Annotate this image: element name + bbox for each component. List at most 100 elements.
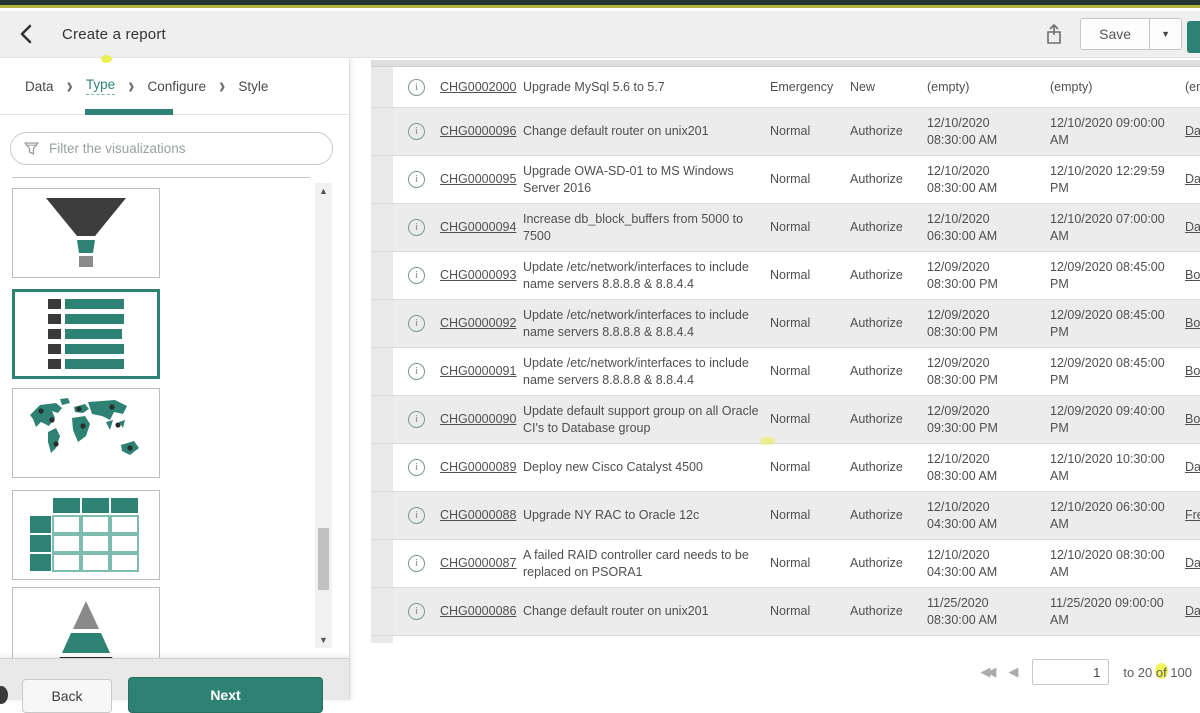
save-button[interactable]: Save <box>1080 18 1150 50</box>
breadcrumb-step-type[interactable]: Type <box>86 77 115 95</box>
row-gutter <box>371 300 393 347</box>
info-icon[interactable] <box>408 123 425 140</box>
prev-page-icon[interactable]: ◀ <box>1008 664 1018 680</box>
state: Authorize <box>850 267 927 284</box>
row-gutter <box>371 588 393 635</box>
viz-option-pyramid[interactable] <box>12 587 160 658</box>
change-number-link[interactable]: CHG0000093 <box>440 268 516 282</box>
breadcrumb-step-style[interactable]: Style <box>238 79 268 94</box>
table-row[interactable]: CHG0000091 Update /etc/network/interface… <box>371 348 1200 396</box>
breadcrumb-step-configure[interactable]: Configure <box>147 79 206 94</box>
viz-scrollbar[interactable]: ▲ ▼ <box>315 183 332 648</box>
short-description: Update /etc/network/interfaces to includ… <box>523 259 770 292</box>
change-number-link[interactable]: CHG0002000 <box>440 80 516 94</box>
table-row[interactable]: CHG0000090 Update default support group … <box>371 396 1200 444</box>
assignee-link[interactable]: Fre <box>1185 508 1200 522</box>
priority: Normal <box>770 171 850 188</box>
planned-start-date: 11/25/2020 08:30:00 AM <box>927 595 1050 628</box>
viz-option-funnel-chart[interactable] <box>12 188 160 278</box>
planned-start-date: 12/10/2020 06:30:00 AM <box>927 211 1050 244</box>
viz-option-table[interactable] <box>12 490 160 580</box>
planned-start-date: 12/10/2020 04:30:00 AM <box>927 547 1050 580</box>
viz-option-list[interactable] <box>12 289 160 379</box>
short-description: Change default router on unix201 <box>523 123 770 140</box>
back-chevron-icon[interactable] <box>18 23 40 45</box>
assignee-link[interactable]: Dav <box>1185 556 1200 570</box>
app-top-strip <box>0 0 1200 8</box>
table-row[interactable]: CHG0000089 Deploy new Cisco Catalyst 450… <box>371 444 1200 492</box>
table-row[interactable]: CHG0000086 Change default router on unix… <box>371 588 1200 636</box>
state: Authorize <box>850 315 927 332</box>
info-icon[interactable] <box>408 267 425 284</box>
table-row[interactable]: CHG0000093 Update /etc/network/interface… <box>371 252 1200 300</box>
info-icon[interactable] <box>408 219 425 236</box>
share-icon[interactable] <box>1044 22 1064 46</box>
visualization-list: ▲ ▼ <box>0 177 349 658</box>
row-gutter <box>371 396 393 443</box>
assignee-link[interactable]: Dav <box>1185 220 1200 234</box>
short-description: Update /etc/network/interfaces to includ… <box>523 355 770 388</box>
first-page-icon[interactable]: ◀◀ <box>980 664 992 680</box>
info-icon[interactable] <box>408 79 425 96</box>
row-gutter <box>371 67 393 107</box>
next-button[interactable]: Next <box>128 677 323 713</box>
assignee-link[interactable]: Dav <box>1185 124 1200 138</box>
info-icon[interactable] <box>408 411 425 428</box>
filter-input[interactable] <box>49 141 320 156</box>
change-number-link[interactable]: CHG0000095 <box>440 172 516 186</box>
assignee-link[interactable]: (em <box>1185 80 1200 94</box>
info-icon[interactable] <box>408 555 425 572</box>
change-number-link[interactable]: CHG0000088 <box>440 508 516 522</box>
priority: Normal <box>770 603 850 620</box>
assignee-link[interactable]: Bow <box>1185 364 1200 378</box>
assignee-link[interactable]: Bow <box>1185 268 1200 282</box>
change-number-link[interactable]: CHG0000086 <box>440 604 516 618</box>
planned-end-date: 12/10/2020 07:00:00 AM <box>1050 211 1185 244</box>
chevron-right-icon: › <box>67 75 73 98</box>
short-description: Deploy new Cisco Catalyst 4500 <box>523 459 770 476</box>
table-row[interactable]: CHG0000094 Increase db_block_buffers fro… <box>371 204 1200 252</box>
scrollbar-thumb[interactable] <box>318 528 329 590</box>
change-number-link[interactable]: CHG0000092 <box>440 316 516 330</box>
chevron-right-icon: › <box>219 75 225 98</box>
row-gutter <box>371 252 393 299</box>
save-dropdown-caret-icon[interactable]: ▼ <box>1150 18 1182 50</box>
page-number-input[interactable] <box>1032 659 1109 685</box>
assignee-link[interactable]: Dav <box>1185 460 1200 474</box>
assignee-link[interactable]: Bow <box>1185 412 1200 426</box>
change-number-link[interactable]: CHG0000089 <box>440 460 516 474</box>
info-icon[interactable] <box>408 363 425 380</box>
scroll-down-icon[interactable]: ▼ <box>315 632 332 648</box>
table-row[interactable]: CHG0000088 Upgrade NY RAC to Oracle 12c … <box>371 492 1200 540</box>
table-row[interactable]: CHG0000095 Upgrade OWA-SD-01 to MS Windo… <box>371 156 1200 204</box>
assignee-link[interactable]: Bow <box>1185 316 1200 330</box>
priority: Normal <box>770 123 850 140</box>
planned-start-date: 12/10/2020 08:30:00 AM <box>927 115 1050 148</box>
table-row[interactable]: CHG0000092 Update /etc/network/interface… <box>371 300 1200 348</box>
change-number-link[interactable]: CHG0000091 <box>440 364 516 378</box>
breadcrumb-step-data[interactable]: Data <box>25 79 54 94</box>
scroll-up-icon[interactable]: ▲ <box>315 183 332 199</box>
assignee-link[interactable]: Dav <box>1185 172 1200 186</box>
change-number-link[interactable]: CHG0000096 <box>440 124 516 138</box>
change-number-link[interactable]: CHG0000094 <box>440 220 516 234</box>
clipped-primary-button[interactable] <box>1187 21 1200 53</box>
info-icon[interactable] <box>408 603 425 620</box>
info-icon[interactable] <box>408 459 425 476</box>
change-number-link[interactable]: CHG0000090 <box>440 412 516 426</box>
info-icon[interactable] <box>408 171 425 188</box>
info-icon[interactable] <box>408 315 425 332</box>
table-icon <box>25 496 147 574</box>
assignee-link[interactable]: Dav <box>1185 604 1200 618</box>
back-button[interactable]: Back <box>22 679 112 713</box>
row-gutter <box>371 444 393 491</box>
planned-end-date: 12/10/2020 08:30:00 AM <box>1050 547 1185 580</box>
info-icon[interactable] <box>408 507 425 524</box>
planned-end-date: 12/09/2020 08:45:00 PM <box>1050 355 1185 388</box>
table-row[interactable]: CHG0000096 Change default router on unix… <box>371 108 1200 156</box>
change-number-link[interactable]: CHG0000087 <box>440 556 516 570</box>
table-row[interactable]: CHG0000087 A failed RAID controller card… <box>371 540 1200 588</box>
state: Authorize <box>850 459 927 476</box>
table-row[interactable]: CHG0002000 Upgrade MySql 5.6 to 5.7 Emer… <box>371 67 1200 108</box>
viz-option-world-map[interactable] <box>12 388 160 478</box>
